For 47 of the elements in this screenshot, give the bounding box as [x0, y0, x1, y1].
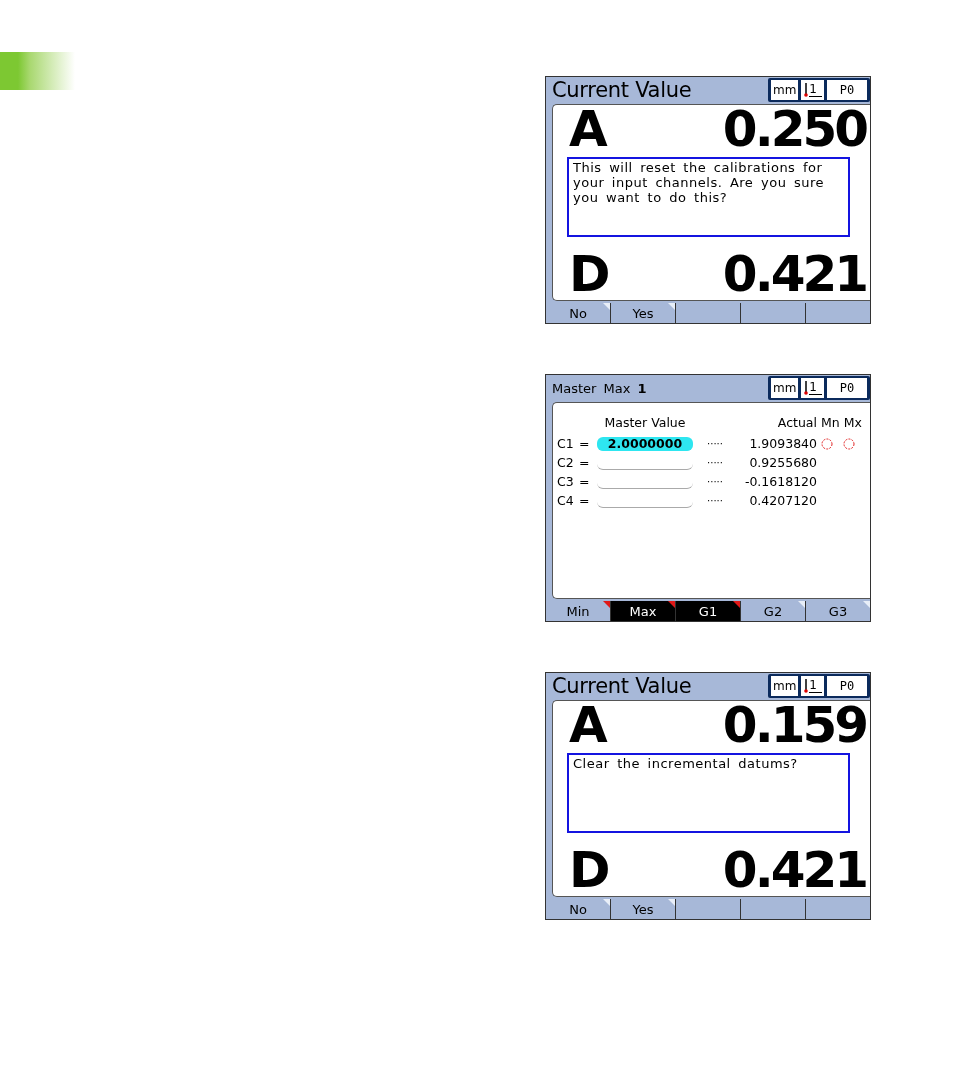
master-value-field[interactable]: 2.0000000: [597, 436, 693, 451]
channel-label: C4: [557, 493, 575, 508]
actual-value: 0.4207120: [748, 493, 817, 508]
screen-title: Master Max 1: [552, 380, 647, 396]
preset-indicator: P0: [827, 676, 867, 696]
screen-title: Current Value: [552, 674, 692, 698]
softkey[interactable]: Max: [611, 601, 676, 621]
dialog-message: This will reset the calibrations for your input channels. Are you sure you want to do this?: [573, 160, 826, 205]
axis-value: 0.421: [722, 250, 866, 298]
unit-indicator: mm: [770, 378, 799, 398]
unit-indicator: mm: [770, 676, 799, 696]
axis-label: D: [569, 250, 608, 298]
equals-sign: =: [579, 436, 591, 451]
axis-label: A: [569, 701, 605, 749]
actual-value: 0.9255680: [748, 455, 817, 470]
actual-value: 1.9093840: [748, 436, 817, 451]
dialog-message: Clear the incremental datums?: [573, 756, 799, 771]
unit-indicator: mm: [770, 80, 799, 100]
equals-sign: =: [579, 474, 591, 489]
datum-indicator: 1: [801, 80, 824, 100]
axis-label: A: [569, 105, 605, 153]
column-header: Mn Mx: [820, 415, 862, 430]
leader-dots: ·····: [706, 495, 724, 506]
leader-dots: ·····: [706, 476, 724, 487]
softkey[interactable]: G1: [676, 601, 741, 621]
equals-sign: =: [579, 493, 591, 508]
equals-sign: =: [579, 455, 591, 470]
axis-value: 0.159: [722, 701, 866, 749]
channel-label: C3: [557, 474, 575, 489]
channel-label: C1: [557, 436, 575, 451]
preset-indicator: P0: [827, 378, 867, 398]
datum-indicator: 1: [801, 378, 824, 398]
axis-label: D: [569, 846, 608, 894]
column-header: Actual: [776, 415, 817, 430]
screen-title: Current Value: [552, 78, 692, 102]
datum-icon: [803, 83, 810, 97]
column-header: Master Value: [603, 415, 687, 430]
datum-icon: [803, 679, 810, 693]
leader-dots: ·····: [706, 438, 724, 449]
datum-indicator: 1: [801, 676, 824, 696]
preset-indicator: P0: [827, 80, 867, 100]
axis-value: 0.250: [722, 105, 866, 153]
actual-value: -0.1618120: [743, 474, 817, 489]
channel-label: C2: [557, 455, 575, 470]
datum-icon: [803, 381, 810, 395]
leader-dots: ·····: [706, 457, 724, 468]
axis-value: 0.421: [722, 846, 866, 894]
